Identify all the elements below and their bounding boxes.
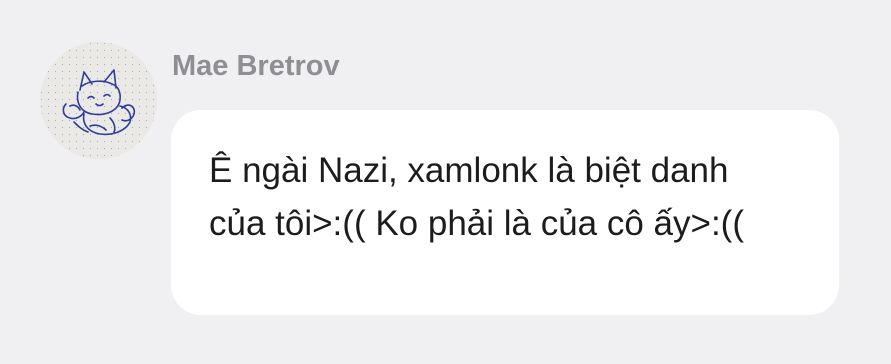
message-text: Ê ngài Nazi, xamlonk là biệt danh của tô… xyxy=(209,151,744,243)
message-bubble[interactable]: Ê ngài Nazi, xamlonk là biệt danh của tô… xyxy=(171,110,839,315)
sender-name: Mae Bretrov xyxy=(172,50,340,82)
avatar[interactable] xyxy=(40,42,157,159)
cat-sketch-avatar-icon xyxy=(40,42,157,159)
